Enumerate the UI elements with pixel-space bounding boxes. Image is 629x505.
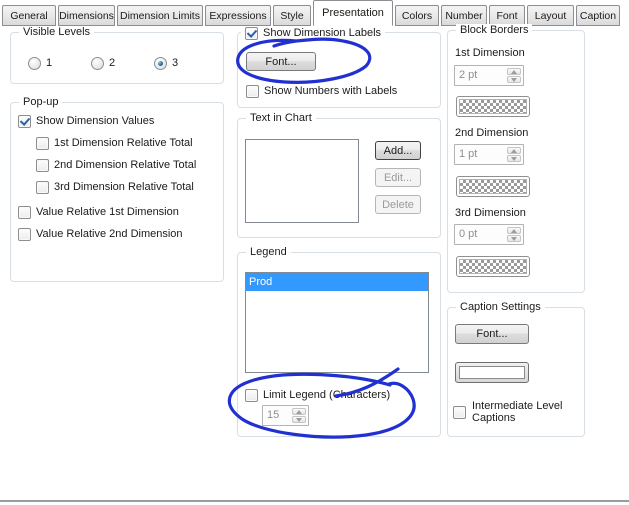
first-dimension-width-value: 2 pt (459, 69, 478, 81)
checkbox-label: Show Numbers with Labels (264, 85, 398, 97)
checkbox-label: Limit Legend (Characters) (263, 389, 391, 401)
block-borders-title: Block Borders (456, 24, 533, 37)
tab-colors[interactable]: Colors (395, 5, 439, 26)
text-in-chart-title: Text in Chart (246, 112, 316, 125)
first-dimension-width-spinner: 2 pt (454, 65, 524, 86)
checkbox-1st-dimension-relative-total[interactable]: 1st Dimension Relative Total (36, 136, 193, 150)
second-dimension-width-spinner: 1 pt (454, 144, 524, 165)
caption-color-swatch (459, 366, 525, 379)
third-dimension-width-value: 0 pt (459, 228, 478, 240)
checkbox-label: 2nd Dimension Relative Total (54, 159, 197, 171)
checkbox-2nd-dimension-relative-total[interactable]: 2nd Dimension Relative Total (36, 158, 196, 172)
second-dimension-width-value: 1 pt (459, 148, 478, 160)
radio-selected-icon[interactable] (154, 56, 167, 70)
tab-font[interactable]: Font (489, 5, 525, 26)
third-dimension-label: 3rd Dimension (455, 207, 526, 219)
radio-icon[interactable] (28, 56, 41, 70)
spin-down-icon (507, 155, 521, 162)
checkbox-icon[interactable] (36, 136, 49, 150)
border-pattern-swatch (459, 99, 527, 114)
checkbox-label: 1st Dimension Relative Total (54, 137, 193, 149)
checkbox-label: Show Dimension Labels (263, 27, 382, 39)
radio-visible-level-1[interactable]: 1 (28, 56, 52, 70)
visible-levels-title: Visible Levels (19, 26, 95, 39)
checkbox-value-relative-1st-dimension[interactable]: Value Relative 1st Dimension (18, 205, 179, 219)
checkbox-show-dimension-labels[interactable]: Show Dimension Labels (241, 26, 386, 40)
tab-caption[interactable]: Caption (576, 5, 620, 26)
limit-legend-value: 15 (267, 409, 280, 421)
tab-style[interactable]: Style (273, 5, 311, 26)
legend-listbox[interactable]: Prod (245, 272, 429, 373)
checkbox-show-numbers-with-labels[interactable]: Show Numbers with Labels (246, 84, 397, 98)
legend-title: Legend (246, 246, 291, 259)
tab-number[interactable]: Number (441, 5, 487, 26)
spin-down-icon (507, 235, 521, 242)
checkbox-icon[interactable] (246, 84, 259, 98)
spin-down-icon (507, 76, 521, 83)
tab-general[interactable]: General (2, 5, 56, 26)
popup-title: Pop-up (19, 96, 63, 109)
radio-label: 2 (109, 57, 116, 69)
border-pattern-swatch (459, 179, 527, 194)
spin-up-icon (292, 408, 306, 415)
checkbox-3rd-dimension-relative-total[interactable]: 3rd Dimension Relative Total (36, 180, 194, 194)
checkbox-icon[interactable] (36, 180, 49, 194)
radio-label: 3 (172, 57, 179, 69)
checkbox-intermediate-level-captions[interactable]: Intermediate Level Captions (453, 400, 573, 424)
checkbox-label: Value Relative 1st Dimension (36, 206, 179, 218)
spin-up-icon (507, 68, 521, 75)
caption-font-button[interactable]: Font... (455, 324, 529, 344)
checkbox-label: Show Dimension Values (36, 115, 155, 127)
radio-icon[interactable] (91, 56, 104, 70)
text-in-chart-listbox[interactable] (245, 139, 359, 223)
caption-settings-title: Caption Settings (456, 301, 545, 314)
checkbox-icon[interactable] (18, 227, 31, 241)
second-dimension-border-style-button[interactable] (456, 176, 530, 197)
add-button[interactable]: Add... (375, 141, 421, 160)
presentation-properties-dialog: General Dimensions Dimension Limits Expr… (0, 0, 629, 505)
spin-down-icon (292, 416, 306, 423)
dimension-labels-font-button[interactable]: Font... (246, 52, 316, 71)
third-dimension-border-style-button[interactable] (456, 256, 530, 277)
limit-legend-spinner: 15 (262, 405, 309, 426)
delete-button: Delete (375, 195, 421, 214)
checkbox-value-relative-2nd-dimension[interactable]: Value Relative 2nd Dimension (18, 227, 183, 241)
checkbox-icon[interactable] (36, 158, 49, 172)
checkbox-label: 3rd Dimension Relative Total (54, 181, 194, 193)
checkbox-icon[interactable] (18, 205, 31, 219)
first-dimension-label: 1st Dimension (455, 47, 525, 59)
checkbox-checked-icon[interactable] (245, 26, 258, 40)
tab-bar: General Dimensions Dimension Limits Expr… (2, 0, 620, 26)
spin-up-icon (507, 227, 521, 234)
third-dimension-width-spinner: 0 pt (454, 224, 524, 245)
tab-dimension-limits[interactable]: Dimension Limits (117, 5, 203, 26)
checkbox-label: Intermediate Level Captions (472, 400, 563, 424)
radio-visible-level-2[interactable]: 2 (91, 56, 115, 70)
spin-up-icon (507, 147, 521, 154)
tab-expressions[interactable]: Expressions (205, 5, 271, 26)
tab-presentation[interactable]: Presentation (313, 0, 393, 26)
checkbox-icon[interactable] (453, 405, 466, 419)
checkbox-limit-legend[interactable]: Limit Legend (Characters) (245, 388, 390, 402)
tab-dimensions[interactable]: Dimensions (58, 5, 115, 26)
tab-layout[interactable]: Layout (527, 5, 574, 26)
legend-item-prod[interactable]: Prod (246, 273, 428, 291)
checkbox-checked-icon[interactable] (18, 114, 31, 128)
checkbox-label: Value Relative 2nd Dimension (36, 228, 183, 240)
second-dimension-label: 2nd Dimension (455, 127, 529, 139)
bottom-divider (0, 500, 629, 502)
checkbox-icon[interactable] (245, 388, 258, 402)
first-dimension-border-style-button[interactable] (456, 96, 530, 117)
border-pattern-swatch (459, 259, 527, 274)
caption-color-button[interactable] (455, 362, 529, 383)
radio-visible-level-3[interactable]: 3 (154, 56, 178, 70)
spinner-buttons (292, 408, 306, 423)
checkbox-show-dimension-values[interactable]: Show Dimension Values (18, 114, 154, 128)
radio-label: 1 (46, 57, 53, 69)
edit-button: Edit... (375, 168, 421, 187)
